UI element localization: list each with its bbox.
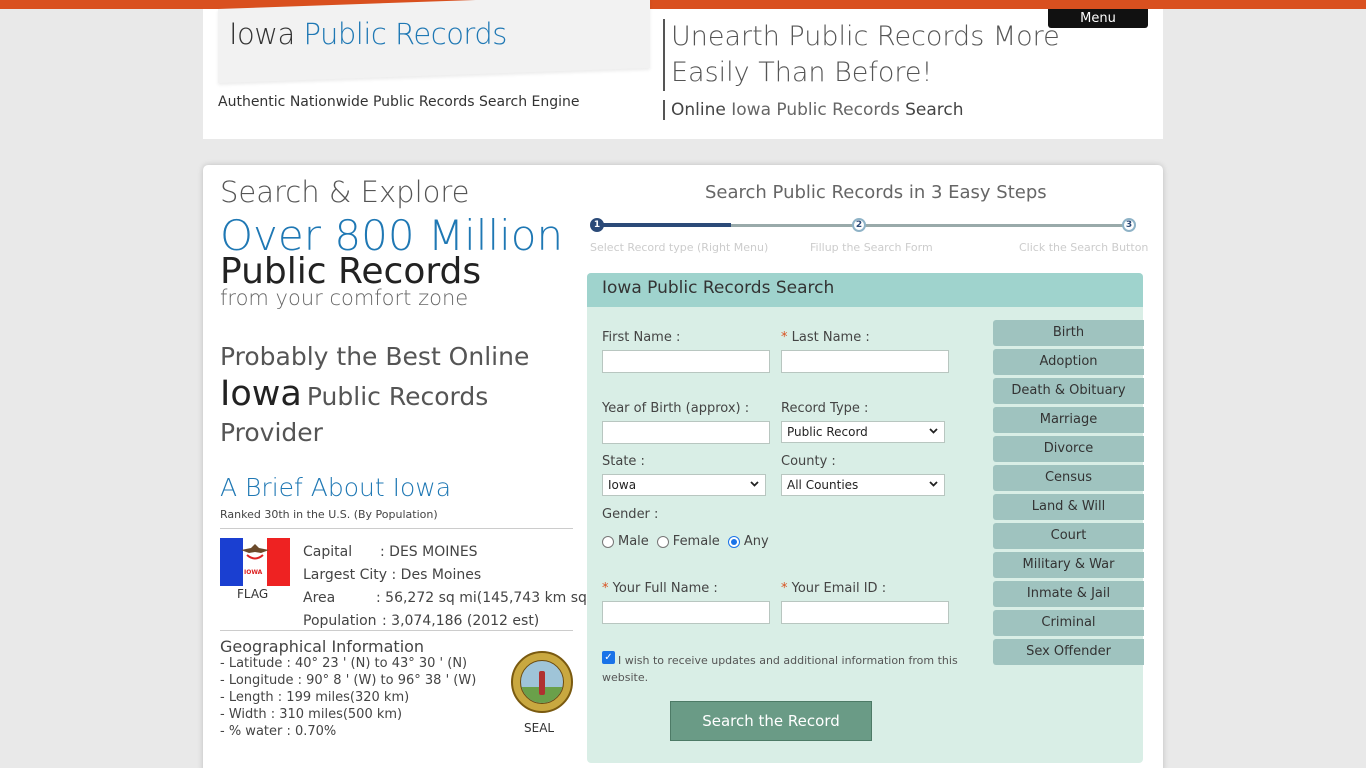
header-subline: Online Iowa Public Records Search <box>663 100 964 120</box>
radio-any[interactable] <box>727 535 740 548</box>
fact-area: Area: 56,272 sq mi(145,743 km sq) <box>303 590 593 606</box>
category-court[interactable]: Court <box>993 523 1144 549</box>
gender-any-option[interactable]: Any <box>727 534 769 549</box>
gender-female-option[interactable]: Female <box>656 534 720 549</box>
year-of-birth-label: Year of Birth (approx) : <box>602 401 750 416</box>
last-name-input[interactable] <box>781 350 949 373</box>
category-census[interactable]: Census <box>993 465 1144 491</box>
category-land-will[interactable]: Land & Will <box>993 494 1144 520</box>
record-type-select[interactable]: Public Record <box>781 421 945 443</box>
eagle-icon <box>241 544 269 560</box>
step-2-label: Fillup the Search Form <box>810 241 933 254</box>
top-accent-bar <box>0 0 1366 9</box>
gender-label: Gender : <box>602 507 659 522</box>
geo-width: - Width : 310 miles(500 km) <box>220 707 403 722</box>
iowa-seal-image <box>511 651 573 713</box>
record-type-value: Public Record <box>787 425 868 439</box>
step-3-marker: 3 <box>1122 218 1136 232</box>
step-3-label: Click the Search Button <box>1019 241 1149 254</box>
state-select[interactable]: Iowa <box>602 474 766 496</box>
step-1-marker: 1 <box>590 218 604 232</box>
record-category-menu: Birth Adoption Death & Obituary Marriage… <box>993 320 1144 668</box>
category-military-war[interactable]: Military & War <box>993 552 1144 578</box>
flag-label: FLAG <box>237 587 269 601</box>
steps-progress-fill <box>596 223 731 227</box>
county-select[interactable]: All Counties <box>781 474 945 496</box>
header-sub-records: Iowa Public Records <box>731 100 900 120</box>
email-label: * Your Email ID : <box>781 581 887 596</box>
consent-checkbox[interactable]: ✓ <box>602 651 615 664</box>
site-header: Iowa Public Records Authentic Nationwide… <box>203 0 1163 139</box>
full-name-input[interactable] <box>602 601 770 624</box>
category-inmate-jail[interactable]: Inmate & Jail <box>993 581 1144 607</box>
step-2-marker: 2 <box>852 218 866 232</box>
radio-female[interactable] <box>656 535 669 548</box>
steps-title: Search Public Records in 3 Easy Steps <box>705 182 1047 203</box>
iowa-flag-image: IOWA <box>220 538 290 586</box>
state-facts: Capital: DES MOINES Largest City : Des M… <box>303 541 592 633</box>
seal-label: SEAL <box>524 721 555 735</box>
best-provider-line1: Probably the Best Online <box>220 342 530 371</box>
best-provider-public-records: Public Records <box>306 382 489 411</box>
site-logo[interactable]: Iowa Public Records <box>229 17 507 51</box>
category-marriage[interactable]: Marriage <box>993 407 1144 433</box>
chevron-down-icon <box>750 481 759 487</box>
site-tagline: Authentic Nationwide Public Records Sear… <box>218 94 580 110</box>
gender-radio-group: Male Female Any <box>602 534 777 549</box>
header-sub-online: Online <box>671 100 726 120</box>
first-name-label: First Name : <box>602 330 681 345</box>
chevron-down-icon <box>929 428 938 434</box>
intro-comfort-zone: from your comfort zone <box>220 286 469 310</box>
record-type-label: Record Type : <box>781 401 869 416</box>
geo-longitude: - Longitude : 90° 8 ' (W) to 96° 38 ' (W… <box>220 673 477 688</box>
logo-brand: Public Records <box>303 17 508 51</box>
menu-button[interactable]: Menu <box>1048 9 1148 28</box>
first-name-input[interactable] <box>602 350 770 373</box>
state-label: State : <box>602 454 645 469</box>
fact-capital: Capital: DES MOINES <box>303 544 478 560</box>
geo-water: - % water : 0.70% <box>220 724 337 739</box>
search-form-title: Iowa Public Records Search <box>587 273 1143 307</box>
header-sub-search: Search <box>905 100 964 120</box>
full-name-label: * Your Full Name : <box>602 581 718 596</box>
fact-largest-city: Largest City : Des Moines <box>303 567 482 583</box>
divider <box>220 528 573 529</box>
radio-male[interactable] <box>602 535 614 548</box>
category-divorce[interactable]: Divorce <box>993 436 1144 462</box>
category-birth[interactable]: Birth <box>993 320 1144 346</box>
category-sex-offender[interactable]: Sex Offender <box>993 639 1144 665</box>
divider <box>220 630 573 631</box>
gender-male-option[interactable]: Male <box>602 534 649 549</box>
header-headline: Unearth Public Records More Easily Than … <box>671 21 1060 88</box>
step-1-label: Select Record type (Right Menu) <box>590 241 769 254</box>
geo-length: - Length : 199 miles(320 km) <box>220 690 410 705</box>
flag-text: IOWA <box>244 569 263 576</box>
search-the-record-button[interactable]: Search the Record <box>670 701 872 741</box>
email-input[interactable] <box>781 601 949 624</box>
county-value: All Counties <box>787 478 859 492</box>
header-headline-box: Unearth Public Records More Easily Than … <box>663 19 1061 91</box>
about-ranked: Ranked 30th in the U.S. (By Population) <box>220 508 438 521</box>
geo-info-title: Geographical Information <box>220 637 425 656</box>
county-label: County : <box>781 454 836 469</box>
best-provider-iowa: Iowa <box>220 374 302 414</box>
category-adoption[interactable]: Adoption <box>993 349 1144 375</box>
best-provider-line2: Iowa Public Records <box>220 374 488 414</box>
category-death-obituary[interactable]: Death & Obituary <box>993 378 1144 404</box>
last-name-label: * Last Name : <box>781 330 870 345</box>
logo-state: Iowa <box>229 17 295 51</box>
main-panel: Search & Explore Over 800 Million Public… <box>203 165 1163 768</box>
intro-search-explore: Search & Explore <box>220 175 470 209</box>
geo-latitude: - Latitude : 40° 23 ' (N) to 43° 30 ' (N… <box>220 656 468 671</box>
consent-text: I wish to receive updates and additional… <box>602 654 958 684</box>
about-title: A Brief About Iowa <box>220 473 452 502</box>
state-value: Iowa <box>608 478 637 492</box>
year-of-birth-input[interactable] <box>602 421 770 444</box>
category-criminal[interactable]: Criminal <box>993 610 1144 636</box>
chevron-down-icon <box>929 481 938 487</box>
best-provider-line3: Provider <box>220 418 323 447</box>
geo-info-list: - Latitude : 40° 23 ' (N) to 43° 30 ' (N… <box>220 655 476 740</box>
